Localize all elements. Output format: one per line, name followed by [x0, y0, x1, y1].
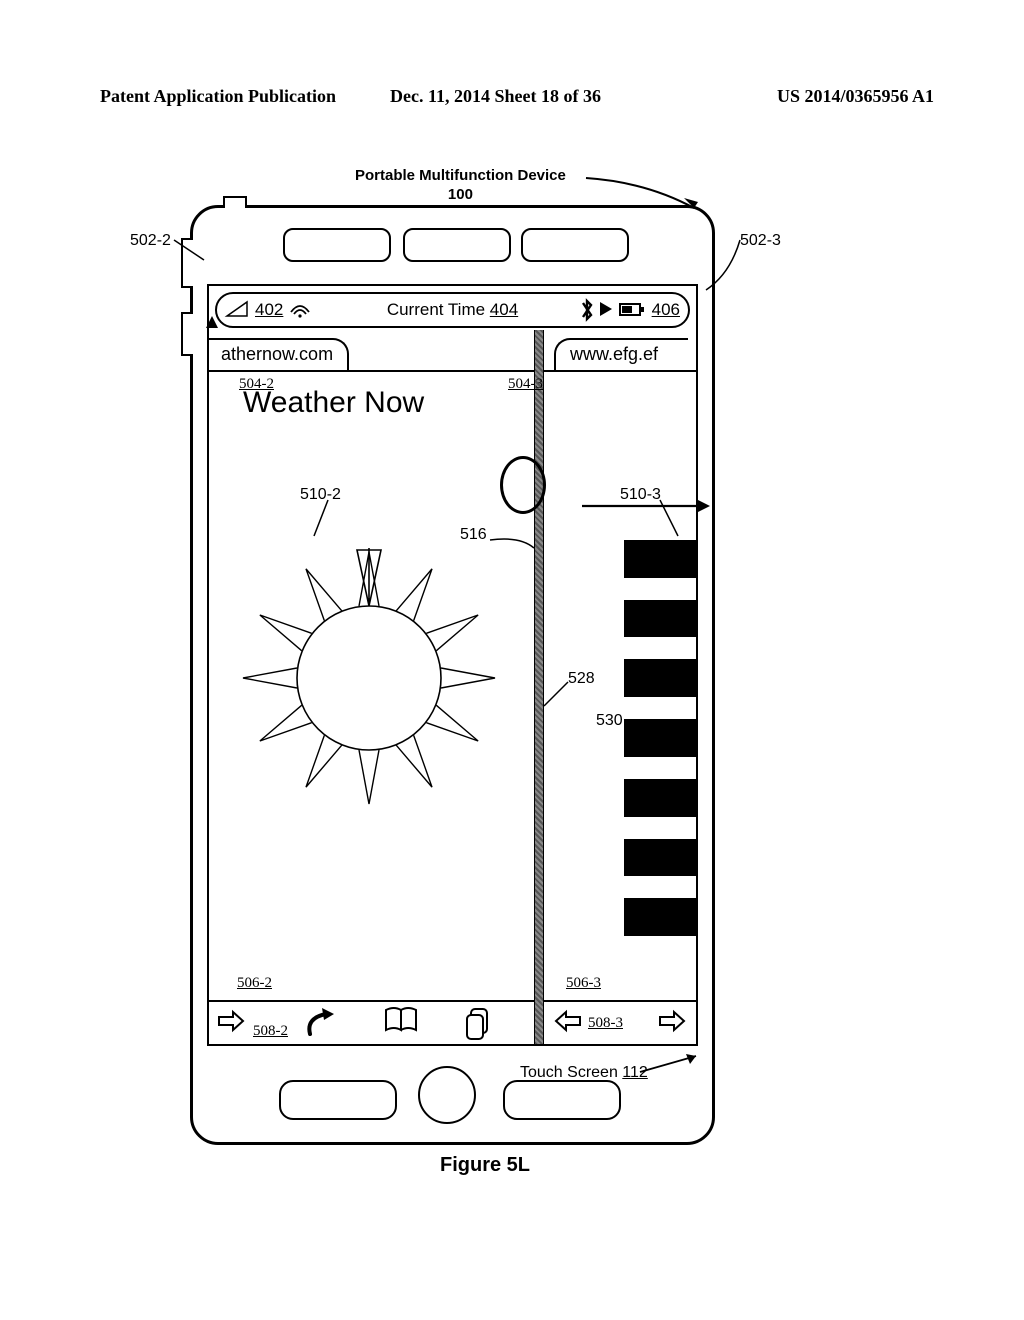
header-left: Patent Application Publication	[100, 86, 336, 107]
ref-504-2: 504-2	[239, 376, 274, 393]
time-ref: 404	[490, 300, 518, 319]
top-slot-3	[521, 228, 629, 262]
ref-506-2: 506-2	[237, 975, 272, 992]
leader-502-3	[700, 234, 750, 284]
header-center: Dec. 11, 2014 Sheet 18 of 36	[390, 86, 601, 107]
content-bar	[624, 540, 698, 578]
callout-516: 516	[460, 526, 487, 544]
bluetooth-icon	[580, 299, 594, 321]
leader-528	[544, 682, 574, 710]
share-icon[interactable]	[304, 1006, 334, 1036]
back-arrow-icon[interactable]	[552, 1010, 582, 1032]
touch-screen[interactable]: 402 Current Time 404 406	[207, 284, 698, 1046]
wifi-icon	[289, 302, 311, 318]
url-field-left[interactable]: athernow.com	[207, 338, 349, 370]
content-bar	[624, 779, 698, 817]
ref-504-3: 504-3	[508, 376, 543, 393]
gesture-arrow	[582, 498, 712, 519]
touchscreen-text: Touch Screen	[520, 1064, 618, 1081]
touch-point	[500, 456, 546, 514]
sun-icon	[249, 558, 489, 798]
top-slot-2	[403, 228, 511, 262]
top-physical-tab	[223, 196, 247, 208]
home-button[interactable]	[418, 1066, 476, 1124]
leader-510-2	[314, 500, 344, 540]
page-header: Patent Application Publication Dec. 11, …	[100, 86, 924, 107]
content-left	[209, 418, 534, 994]
ref-508-3: 508-3	[588, 1015, 623, 1032]
right-bars	[624, 536, 698, 936]
content-bar	[624, 898, 698, 936]
bottom-slot-2	[503, 1080, 621, 1120]
callout-touchscreen: Touch Screen 112	[520, 1064, 648, 1082]
callout-530: 530	[596, 712, 623, 730]
figure-title-text: Portable Multifunction Device	[355, 167, 566, 184]
content-bar	[624, 659, 698, 697]
leader-502-2	[174, 232, 214, 262]
toolbar-left: 508-2	[209, 1000, 534, 1040]
ref-508-2: 508-2	[253, 1023, 288, 1040]
leader-100	[586, 178, 706, 218]
top-slot-1	[283, 228, 391, 262]
content-bar	[624, 600, 698, 638]
leader-530	[628, 720, 668, 734]
time-label: Current Time	[387, 300, 485, 319]
forward-arrow-icon[interactable]	[658, 1010, 688, 1032]
browser-pane-left: athernow.com 504-2 Weather Now	[209, 332, 534, 1044]
arrowhead-402	[206, 316, 220, 330]
play-icon	[600, 302, 614, 318]
ref-506-3: 506-3	[566, 975, 601, 992]
toolbar-right: 508-3	[544, 1000, 696, 1040]
leader-112	[640, 1054, 710, 1084]
bottom-slot-1	[279, 1080, 397, 1120]
split-divider[interactable]	[534, 330, 544, 1044]
url-bar-right: www.efg.ef	[544, 332, 696, 372]
book-icon[interactable]	[384, 1008, 420, 1034]
header-right: US 2014/0365956 A1	[777, 86, 934, 107]
battery-ref: 406	[652, 300, 680, 320]
content-bar	[624, 839, 698, 877]
status-bar: 402 Current Time 404 406	[215, 292, 690, 328]
figure-caption: Figure 5L	[440, 1154, 530, 1177]
url-field-right[interactable]: www.efg.ef	[554, 338, 688, 370]
signal-icon	[227, 302, 249, 318]
battery-icon	[620, 303, 646, 317]
callout-502-2: 502-2	[130, 232, 171, 250]
leader-516	[490, 534, 540, 554]
forward-arrow-icon[interactable]	[217, 1010, 247, 1032]
url-bar-left: athernow.com	[209, 332, 534, 372]
device-body: 402 Current Time 404 406	[190, 205, 715, 1145]
signal-ref: 402	[255, 300, 283, 320]
figure-title: Portable Multifunction Device 100	[355, 167, 566, 205]
side-button-2	[181, 312, 193, 356]
figure-title-ref: 100	[355, 186, 566, 205]
tabs-icon[interactable]	[470, 1008, 488, 1034]
